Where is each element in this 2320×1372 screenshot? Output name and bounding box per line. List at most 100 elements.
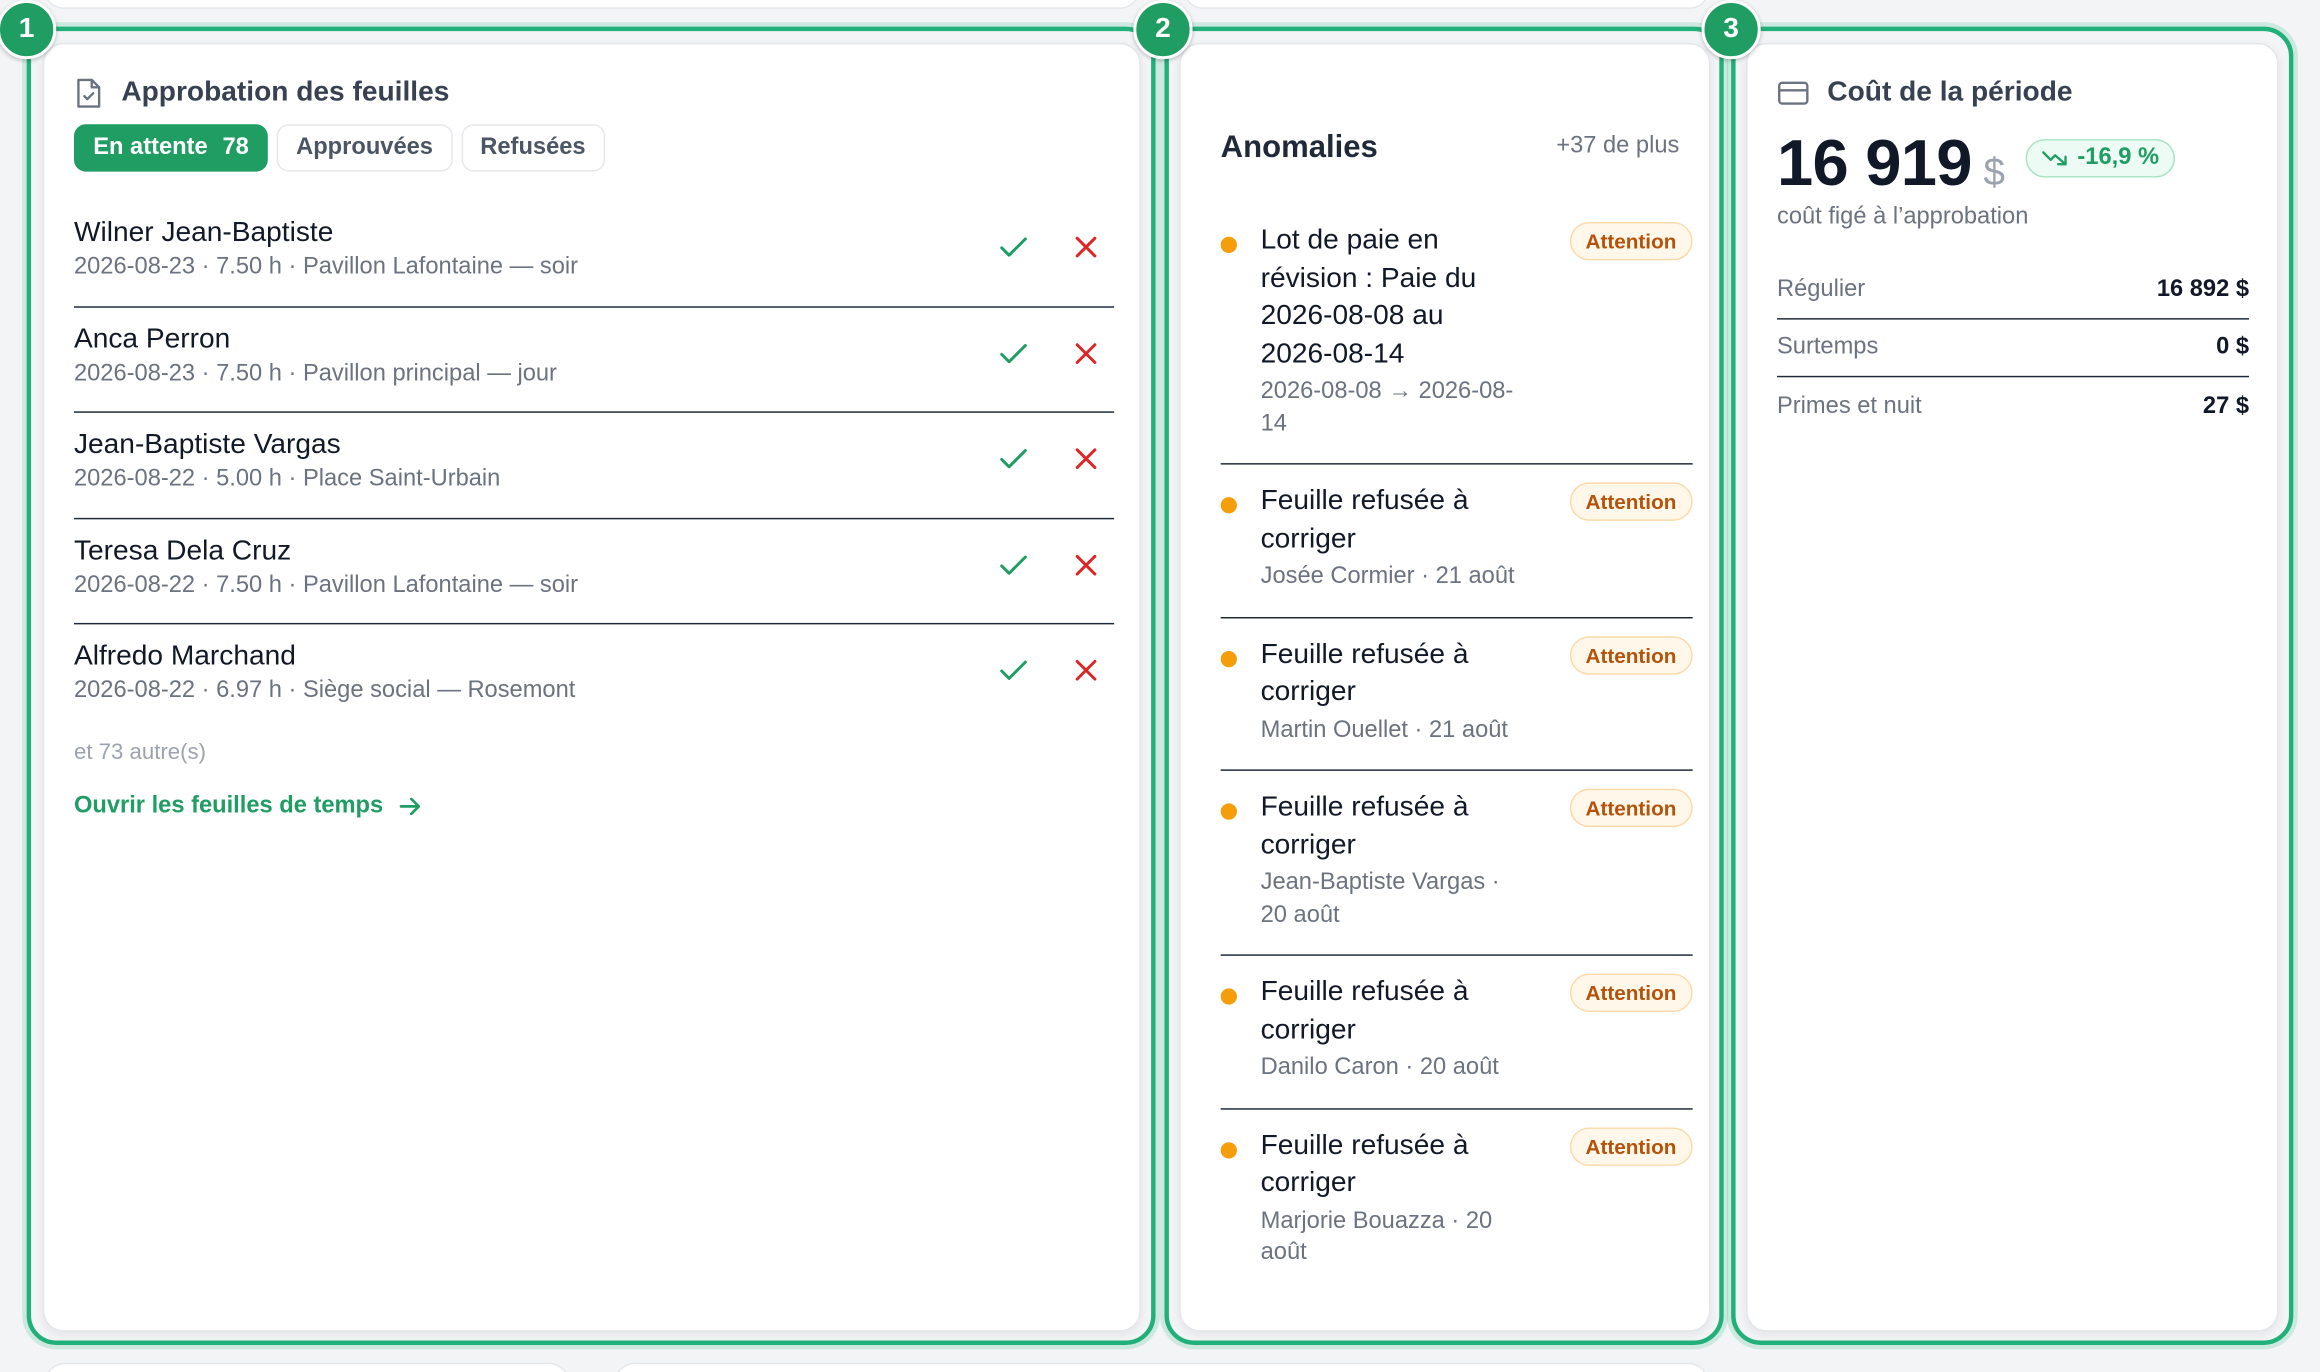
approve-button[interactable] — [994, 545, 1032, 583]
check-icon — [1000, 449, 1027, 469]
warning-dot-icon — [1220, 803, 1237, 820]
timesheet-details: 2026-08-23 · 7.50 h · Pavillon principal… — [73, 360, 557, 386]
warning-dot-icon — [1220, 236, 1237, 254]
period-cost-currency: $ — [1983, 149, 2005, 194]
timesheet-row: Anca Perron 2026-08-23 · 7.50 h · Pavill… — [73, 307, 1115, 413]
period-cost-title: Coût de la période — [1827, 76, 2073, 109]
warning-dot-icon — [1220, 1141, 1237, 1158]
anomaly-subtitle: Marjorie Bouazza · 20 août — [1260, 1208, 1493, 1266]
tab-pending[interactable]: En attente 78 — [73, 124, 269, 172]
step-badge-2: 2 — [1133, 0, 1193, 60]
card-partial-top-middle — [1183, 0, 1709, 9]
anomaly-item[interactable]: Feuille refusée à corriger Jean-Baptiste… — [1220, 771, 1693, 956]
anomaly-title: Feuille refusée à corriger — [1260, 976, 1469, 1046]
cost-delta-value: -16,9 % — [2077, 145, 2160, 171]
approvals-card: Approbation des feuilles En attente 78 A… — [42, 42, 1141, 1332]
close-icon — [1075, 554, 1097, 575]
anomaly-item[interactable]: Feuille refusée à corriger Marjorie Boua… — [1220, 1109, 1693, 1292]
period-cost-total: 16 919 $ -16,9 % — [1777, 127, 2176, 201]
step-badge-3: 3 — [1701, 0, 1761, 60]
anomaly-subtitle: Josée Cormier · 21 août — [1260, 563, 1515, 589]
anomaly-title: Feuille refusée à corriger — [1260, 485, 1469, 555]
check-icon — [1000, 660, 1027, 680]
warning-dot-icon — [1220, 650, 1237, 667]
arrow-right-icon — [399, 797, 421, 816]
card-partial-top-left — [44, 0, 1140, 9]
check-icon — [1000, 554, 1027, 575]
reject-button[interactable] — [1067, 651, 1105, 689]
attention-badge: Attention — [1569, 221, 1693, 261]
timesheet-list: Wilner Jean-Baptiste 2026-08-23 · 7.50 h… — [73, 201, 1115, 730]
anomaly-title: Feuille refusée à corriger — [1260, 1129, 1469, 1199]
anomalies-more-link[interactable]: +37 de plus — [1556, 133, 1679, 160]
open-timesheets-label: Ouvrir les feuilles de temps — [73, 793, 384, 819]
reject-button[interactable] — [1067, 334, 1105, 372]
attention-badge: Attention — [1569, 1126, 1693, 1166]
timesheet-details: 2026-08-23 · 7.50 h · Pavillon Lafontain… — [73, 254, 579, 280]
attention-badge: Attention — [1569, 635, 1693, 674]
anomaly-subtitle: 2026-08-08 → 2026-08-14 — [1260, 378, 1514, 436]
anomaly-title: Lot de paie en révision : Paie du 2026-0… — [1260, 224, 1477, 370]
approve-button[interactable] — [994, 334, 1032, 372]
anomaly-item[interactable]: Feuille refusée à corriger Danilo Caron … — [1220, 956, 1693, 1109]
close-icon — [1075, 659, 1097, 681]
approve-button[interactable] — [994, 651, 1032, 689]
anomaly-subtitle: Danilo Caron · 20 août — [1260, 1054, 1499, 1081]
cost-row-value: 16 892 $ — [2156, 276, 2249, 302]
anomaly-item[interactable]: Lot de paie en révision : Paie du 2026-0… — [1220, 204, 1693, 465]
anomalies-title: Anomalies — [1220, 130, 1378, 165]
trending-down-icon — [2042, 151, 2067, 166]
timesheet-employee-name: Wilner Jean-Baptiste — [73, 217, 334, 249]
tab-refused-label: Refusées — [480, 134, 586, 160]
timesheet-employee-name: Teresa Dela Cruz — [73, 534, 292, 566]
timesheet-details: 2026-08-22 · 7.50 h · Pavillon Lafontain… — [73, 571, 579, 598]
period-cost-card: Coût de la période 16 919 $ -16,9 % coût… — [1745, 42, 2279, 1332]
credit-card-icon — [1778, 81, 1809, 105]
tab-approved[interactable]: Approuvées — [276, 124, 453, 172]
timesheet-details: 2026-08-22 · 6.97 h · Siège social — Ros… — [73, 677, 576, 703]
approvals-tabs: En attente 78 Approuvées Refusées — [73, 124, 605, 172]
timesheet-row: Teresa Dela Cruz 2026-08-22 · 7.50 h · P… — [73, 519, 1115, 625]
anomaly-item[interactable]: Feuille refusée à corriger Josée Cormier… — [1220, 465, 1693, 618]
tab-pending-label: En attente — [93, 134, 208, 160]
anomaly-subtitle: Jean-Baptiste Vargas · 20 août — [1260, 870, 1500, 927]
anomaly-title: Feuille refusée à corriger — [1260, 638, 1469, 708]
card-partial-bottom-middle — [614, 1362, 1709, 1372]
check-icon — [1000, 343, 1027, 363]
tab-refused[interactable]: Refusées — [461, 124, 605, 172]
open-timesheets-link[interactable]: Ouvrir les feuilles de temps — [74, 793, 422, 820]
others-count: et 73 autre(s) — [73, 739, 206, 765]
timesheet-row: Alfredo Marchand 2026-08-22 · 6.97 h · S… — [74, 624, 1114, 730]
timesheet-employee-name: Alfredo Marchand — [73, 640, 296, 672]
close-icon — [1075, 448, 1097, 470]
anomaly-title: Feuille refusée à corriger — [1260, 791, 1469, 861]
anomaly-item[interactable]: Feuille refusée à corriger Martin Ouelle… — [1220, 618, 1693, 771]
check-icon — [1000, 237, 1027, 257]
dashboard-viewport: 1 2 3 Approbation des feuilles En attent… — [0, 0, 2320, 1372]
timesheet-row: Wilner Jean-Baptiste 2026-08-23 · 7.50 h… — [73, 201, 1115, 308]
cost-delta-badge: -16,9 % — [2025, 139, 2176, 178]
approve-button[interactable] — [994, 228, 1032, 266]
cost-row-label: Régulier — [1776, 276, 1866, 302]
attention-badge: Attention — [1569, 973, 1693, 1013]
warning-dot-icon — [1220, 497, 1237, 514]
cost-row-label: Primes et nuit — [1776, 392, 1922, 418]
timesheet-employee-name: Jean-Baptiste Vargas — [73, 429, 341, 461]
card-partial-bottom-left — [44, 1362, 570, 1372]
tab-approved-label: Approuvées — [296, 134, 433, 160]
warning-dot-icon — [1220, 988, 1237, 1005]
cost-row: Régulier 16 892 $ — [1776, 262, 2249, 320]
cost-breakdown: Régulier 16 892 $ Surtemps 0 $ Primes et… — [1776, 262, 2249, 435]
approvals-title: Approbation des feuilles — [121, 76, 450, 109]
approve-button[interactable] — [994, 439, 1032, 477]
attention-badge: Attention — [1569, 788, 1693, 828]
step-badge-1: 1 — [0, 0, 57, 60]
tab-pending-count: 78 — [222, 134, 249, 160]
reject-button[interactable] — [1067, 439, 1105, 477]
cost-row: Surtemps 0 $ — [1776, 320, 2249, 378]
reject-button[interactable] — [1067, 545, 1105, 583]
cost-row-label: Surtemps — [1776, 334, 1879, 360]
reject-button[interactable] — [1067, 228, 1105, 266]
anomalies-card: Anomalies +37 de plus Lot de paie en rév… — [1179, 42, 1711, 1332]
attention-badge: Attention — [1569, 482, 1693, 521]
